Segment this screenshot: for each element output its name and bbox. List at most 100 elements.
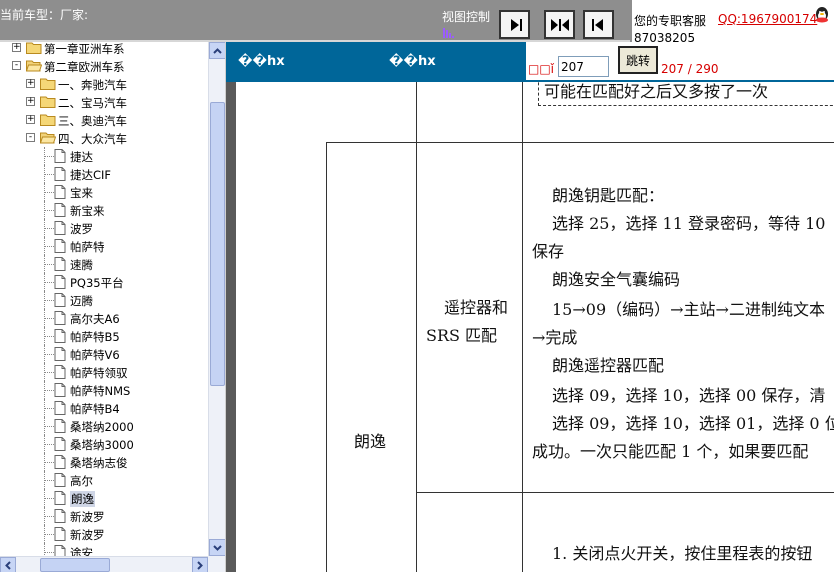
document-icon: [54, 401, 66, 415]
tree-item-label: 帕萨特B5: [70, 330, 120, 344]
tree-item-label: 高尔: [70, 474, 93, 488]
tree-connector: [44, 264, 54, 265]
document-icon: [54, 311, 66, 325]
tree-connector: [44, 426, 54, 427]
tree-item[interactable]: 帕萨特领驭: [0, 363, 208, 381]
tree-connector: [44, 498, 54, 499]
tree-item[interactable]: 桑塔纳3000: [0, 435, 208, 453]
tree-item-label: 帕萨特领驭: [70, 366, 128, 380]
scroll-down-button[interactable]: [209, 539, 225, 556]
document-icon: [54, 527, 66, 541]
tree-item[interactable]: 帕萨特NMS: [0, 381, 208, 399]
doc-line: →完成: [532, 328, 578, 347]
tree-item[interactable]: 宝来: [0, 183, 208, 201]
tree-connector: [44, 282, 54, 283]
tree-item-label: 帕萨特V6: [70, 348, 120, 362]
go-to-page-button[interactable]: 跳转: [618, 46, 658, 74]
document-icon: [54, 365, 66, 379]
document-icon: [54, 293, 66, 307]
expand-icon[interactable]: +: [26, 97, 35, 106]
tree-item[interactable]: 帕萨特B4: [0, 399, 208, 417]
left-panel-toggle-button[interactable]: [583, 10, 614, 39]
chevron-right-icon: [197, 560, 203, 570]
right-panel-toggle-button[interactable]: [499, 10, 530, 39]
tree-item[interactable]: 波罗: [0, 219, 208, 237]
scroll-corner: [208, 556, 225, 572]
tree-item-label: 速腾: [70, 258, 93, 272]
tree-item[interactable]: + 一、奔驰汽车: [0, 75, 208, 93]
tree-connector: [44, 156, 54, 157]
tree-item[interactable]: 高尔夫A6: [0, 309, 208, 327]
tree-item[interactable]: - 四、大众汽车: [0, 129, 208, 147]
qq-penguin-icon[interactable]: [813, 6, 831, 24]
chevron-left-icon: [5, 560, 11, 570]
header-label-2: ��hx: [389, 54, 436, 69]
expand-icon[interactable]: +: [26, 115, 35, 124]
tree-item[interactable]: + 三、奥迪汽车: [0, 111, 208, 129]
document-page[interactable]: 可能在匹配好之后又多按了一次 朗逸 遥控器和 SRS 匹配 朗逸钥匙匹配： 选择…: [236, 82, 834, 572]
tree-item[interactable]: 帕萨特: [0, 237, 208, 255]
document-icon: [54, 491, 66, 505]
tree-item[interactable]: - 第二章欧洲车系: [0, 57, 208, 75]
scroll-up-button[interactable]: [209, 42, 225, 59]
doc-line: 朗逸遥控器匹配: [552, 356, 665, 375]
doc-line: 朗逸安全气囊编码: [552, 270, 681, 289]
tree-connector: [44, 354, 54, 355]
tree-item[interactable]: 捷达CIF: [0, 165, 208, 183]
scroll-left-button[interactable]: [0, 557, 16, 572]
tree-horizontal-scrollbar[interactable]: [0, 556, 208, 572]
tree-item-label: 第二章欧洲车系: [44, 60, 125, 74]
tree-connector: [44, 534, 54, 535]
document-icon: [54, 437, 66, 451]
category-tree: + 第一章亚洲车系 - 第二章欧洲车系 + 一、奔驰汽车 + 二、宝马汽车 + 三、奥迪汽车 - 四、…: [0, 42, 208, 561]
tree-connector: [44, 300, 54, 301]
doc-function-line-1: 遥控器和: [444, 298, 509, 317]
tree-item[interactable]: 桑塔纳志俊: [0, 453, 208, 471]
tree-connector: [44, 228, 54, 229]
tree-item-label: 捷达: [70, 150, 93, 164]
chevron-down-icon: [213, 544, 222, 551]
tree-item[interactable]: 捷达: [0, 147, 208, 165]
tree-item[interactable]: 帕萨特V6: [0, 345, 208, 363]
tree-connector: [44, 444, 54, 445]
tree-item[interactable]: 桑塔纳2000: [0, 417, 208, 435]
scroll-right-button[interactable]: [192, 557, 208, 572]
tree-vertical-scrollbar[interactable]: [208, 42, 225, 556]
tree-item-label: 帕萨特B4: [70, 402, 120, 416]
document-icon: [54, 149, 66, 163]
expand-icon[interactable]: +: [12, 43, 21, 52]
tree-item-label: 新波罗: [70, 528, 105, 542]
tree-item[interactable]: 新宝来: [0, 201, 208, 219]
doc-bottom-line: 1. 关闭点火开关，按住里程表的按钮: [552, 544, 813, 563]
tree-item[interactable]: + 二、宝马汽车: [0, 93, 208, 111]
tree-connector: [44, 408, 54, 409]
document-icon: [54, 167, 66, 181]
tree-item-label: 捷达CIF: [70, 168, 112, 182]
tree-connector: [44, 192, 54, 193]
document-icon: [54, 221, 66, 235]
tree-item[interactable]: PQ35平台: [0, 273, 208, 291]
qq-link[interactable]: QQ:1967900174: [718, 12, 817, 26]
tree-item-label: 第一章亚洲车系: [44, 42, 125, 56]
collapse-icon[interactable]: -: [26, 133, 35, 142]
collapse-icon[interactable]: -: [12, 61, 21, 70]
expand-icon[interactable]: +: [26, 79, 35, 88]
tree-item[interactable]: 迈腾: [0, 291, 208, 309]
tree-item[interactable]: 高尔: [0, 471, 208, 489]
split-view-button[interactable]: [544, 10, 575, 39]
tree-item[interactable]: 朗逸: [0, 489, 208, 507]
page-count: 207 / 290: [661, 62, 719, 76]
page-number-input[interactable]: [558, 56, 609, 77]
tree-item-label: 四、大众汽车: [58, 132, 127, 146]
split-arrows-icon: [550, 18, 569, 31]
hscroll-thumb[interactable]: [40, 558, 110, 572]
scroll-thumb[interactable]: [210, 102, 225, 386]
tree-item[interactable]: 新波罗: [0, 525, 208, 543]
doc-line: 选择 09，选择 10，选择 00 保存，清: [552, 386, 826, 405]
doc-top-text: 可能在匹配好之后又多按了一次: [544, 82, 769, 101]
tree-item[interactable]: 新波罗: [0, 507, 208, 525]
tree-connector: [44, 336, 54, 337]
tree-item[interactable]: 帕萨特B5: [0, 327, 208, 345]
tree-item[interactable]: + 第一章亚洲车系: [0, 42, 208, 57]
tree-item[interactable]: 速腾: [0, 255, 208, 273]
